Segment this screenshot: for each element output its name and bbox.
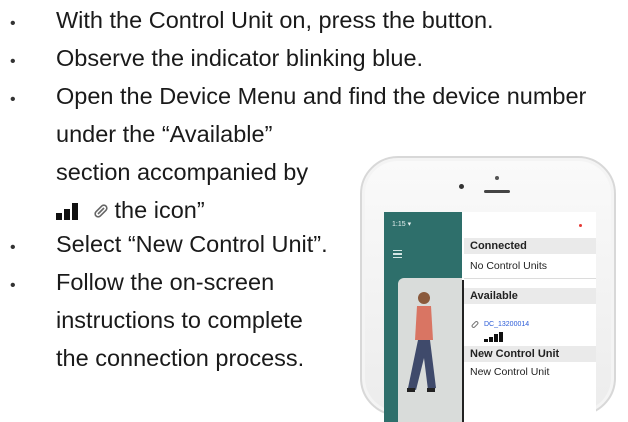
hamburger-menu-icon[interactable] <box>393 250 402 260</box>
instruction-4: Select “New Control Unit”. <box>56 231 328 257</box>
instruction-1: With the Control Unit on, press the butt… <box>56 7 494 33</box>
status-indicator <box>579 224 582 227</box>
new-control-unit-header: New Control Unit <box>464 346 596 362</box>
bullet: • <box>10 239 16 256</box>
phone-screen: 1:15 ▾ Connected No Control Units Availa… <box>384 212 596 422</box>
bullet: • <box>10 91 16 108</box>
instruction-5-line-c: the connection process. <box>56 345 305 371</box>
instruction-3-line-c: section accompanied by <box>56 159 309 185</box>
instruction-2: Observe the indicator blinking blue. <box>56 45 424 71</box>
device-id: DC_13200014 <box>484 320 530 328</box>
instruction-3-icon-text: the icon” <box>114 197 205 223</box>
available-header: Available <box>464 288 596 304</box>
app-background: 1:15 ▾ <box>384 212 462 422</box>
phone-mockup: 1:15 ▾ Connected No Control Units Availa… <box>360 156 616 422</box>
earpiece-speaker <box>484 190 510 193</box>
bullet: • <box>10 277 16 294</box>
separator <box>464 278 596 279</box>
connected-header: Connected <box>464 238 596 254</box>
instruction-3-line-b: under the “Available” <box>56 121 273 147</box>
instruction-3-line-d: the icon” <box>56 196 205 224</box>
link-icon <box>93 204 108 218</box>
bullet: • <box>10 15 16 32</box>
bullet: • <box>10 53 16 70</box>
instruction-5-line-a: Follow the on-screen <box>56 269 275 295</box>
instruction-3-line-a: Open the Device Menu and find the device… <box>56 83 587 109</box>
signal-bars-icon <box>484 332 503 342</box>
device-menu-panel: Connected No Control Units Available DC_… <box>464 212 596 422</box>
new-control-unit-item[interactable]: New Control Unit <box>470 366 549 378</box>
front-camera <box>459 184 464 189</box>
instruction-5-line-b: instructions to complete <box>56 307 303 333</box>
available-device-item[interactable]: DC_13200014 <box>470 319 529 329</box>
status-time: 1:15 ▾ <box>392 221 412 228</box>
signal-bars-icon <box>56 203 78 220</box>
sensor-dot <box>495 176 499 180</box>
illustration-card <box>398 278 462 422</box>
walking-person-illustration <box>407 292 436 392</box>
connected-value: No Control Units <box>470 260 548 272</box>
link-icon <box>471 321 479 328</box>
